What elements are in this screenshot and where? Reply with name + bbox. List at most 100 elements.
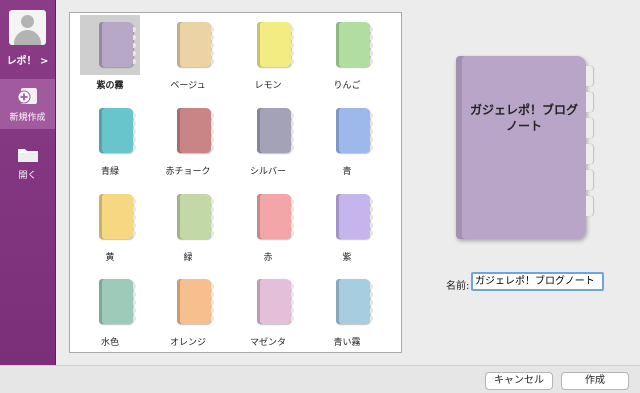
preview-tab (586, 118, 593, 138)
notebook-option-label: 赤チョーク (165, 167, 211, 177)
account-button[interactable]: レポ！ > (0, 0, 55, 78)
notebook-tab (291, 145, 294, 150)
avatar-head (21, 15, 34, 28)
notebook-tab (291, 59, 294, 64)
notebook-tab (291, 316, 294, 321)
notebook-tab (133, 316, 136, 321)
notebook-option-label: 赤 (263, 253, 273, 263)
notebook-option[interactable]: 黄 (80, 187, 140, 267)
notebook-option[interactable]: 緑 (158, 187, 218, 267)
notebook-option-label: りんご (333, 81, 361, 91)
notebook-tab (133, 284, 136, 289)
notebook-option-label: ベージュ (170, 81, 206, 91)
notebook-tab (370, 223, 373, 228)
notebook-icon (99, 279, 136, 324)
notebook-tab (291, 27, 294, 32)
notebook-icon (177, 279, 214, 324)
notebook-icon (336, 279, 373, 324)
preview-tab (586, 144, 593, 164)
cancel-button[interactable]: キャンセル (485, 372, 553, 390)
notebook-tab (133, 215, 136, 220)
sidebar-item-new-label: 新規作成 (9, 113, 46, 123)
sidebar-item-open[interactable]: 開く (0, 138, 55, 188)
notebook-tab (211, 51, 214, 56)
notebook-tab (133, 59, 136, 64)
notebook-icon (177, 194, 214, 239)
notebook-option[interactable]: ベージュ (158, 15, 218, 95)
notebook-tab (133, 51, 136, 56)
notebook-icon (177, 22, 214, 67)
notebook-option[interactable]: オレンジ (158, 272, 218, 352)
notebook-icon (257, 22, 294, 67)
notebook-tab (291, 35, 294, 40)
notebook-icon (257, 279, 294, 324)
notebook-option-label: 青い霧 (333, 338, 361, 348)
notebook-option-label: オレンジ (169, 338, 206, 348)
notebook-option[interactable]: 紫 (317, 187, 377, 267)
notebook-tab (211, 145, 214, 150)
notebook-tab (133, 129, 136, 134)
notebook-tab (370, 129, 373, 134)
notebook-option[interactable]: 青 (317, 101, 377, 181)
notebook-option[interactable]: 赤チョーク (158, 101, 218, 181)
notebook-option-label: レモン (254, 81, 282, 91)
notebook-option[interactable]: りんご (317, 15, 377, 95)
notebook-tab (133, 121, 136, 126)
create-button[interactable]: 作成 (561, 372, 629, 390)
notebook-tab (211, 43, 214, 48)
new-notebook-icon (17, 88, 37, 104)
notebook-tab (211, 35, 214, 40)
notebook-option[interactable]: 紫の霧 (80, 15, 140, 95)
notebook-tab (370, 137, 373, 142)
notebook-option[interactable]: マゼンタ (238, 272, 298, 352)
notebook-tab (211, 199, 214, 204)
preview-tab (586, 170, 593, 190)
notebook-option[interactable]: 赤 (238, 187, 298, 267)
notebook-tab (370, 215, 373, 220)
notebook-tab (133, 199, 136, 204)
notebook-tab (291, 284, 294, 289)
notebook-tab (370, 207, 373, 212)
sidebar: レポ！ > 新規作成 開く (0, 0, 56, 365)
notebook-icon (177, 108, 214, 153)
notebook-option[interactable]: レモン (238, 15, 298, 95)
notebook-tab (211, 121, 214, 126)
notebook-name-input[interactable] (471, 272, 604, 291)
notebook-tab (370, 51, 373, 56)
notebook-tab (211, 300, 214, 305)
sidebar-item-new[interactable]: 新規作成 (0, 79, 55, 129)
notebook-tab (291, 308, 294, 313)
notebook-icon (99, 108, 136, 153)
notebook-option-label: 紫の霧 (96, 81, 124, 91)
notebook-tab (211, 113, 214, 118)
notebook-tab (133, 300, 136, 305)
notebook-icon (336, 194, 373, 239)
notebook-tab (211, 59, 214, 64)
notebook-tab (291, 207, 294, 212)
notebook-tab (291, 43, 294, 48)
footer: キャンセル 作成 (0, 365, 640, 393)
folder-icon (18, 149, 38, 162)
notebook-tab (211, 207, 214, 212)
notebook-option[interactable]: 青い霧 (317, 272, 377, 352)
notebook-tab (133, 207, 136, 212)
notebook-tab (133, 292, 136, 297)
notebook-option[interactable]: 水色 (80, 272, 140, 352)
notebook-tab (211, 129, 214, 134)
notebook-tab (370, 145, 373, 150)
notebook-tab (370, 231, 373, 236)
notebook-icon (257, 108, 294, 153)
notebook-option[interactable]: シルバー (238, 101, 298, 181)
notebook-tab (133, 231, 136, 236)
notebook-tab (370, 300, 373, 305)
notebook-option-label: 青緑 (100, 167, 119, 177)
notebook-tab (133, 308, 136, 313)
avatar-body (14, 30, 41, 45)
notebook-tab (211, 223, 214, 228)
notebook-tab (370, 308, 373, 313)
notebook-tab (291, 199, 294, 204)
notebook-icon (336, 108, 373, 153)
notebook-tab (211, 27, 214, 32)
notebook-option[interactable]: 青緑 (80, 101, 140, 181)
notebook-tab (211, 215, 214, 220)
